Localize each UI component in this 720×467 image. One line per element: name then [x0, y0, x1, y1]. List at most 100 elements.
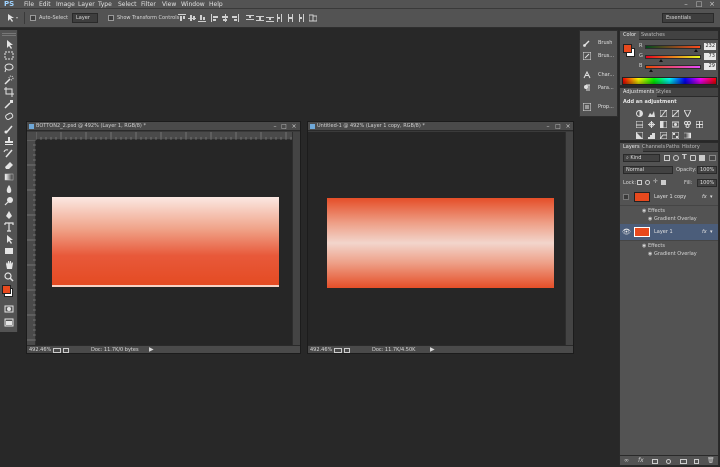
new-adjustment-layer-icon[interactable]: [666, 459, 671, 464]
gradient-tool-icon[interactable]: [2, 172, 16, 182]
screen-mode-icon[interactable]: [2, 318, 16, 328]
menu-select[interactable]: Select: [118, 0, 137, 9]
dock-item-character[interactable]: Char...: [583, 68, 617, 82]
align-bottom-icon[interactable]: [198, 14, 206, 22]
color-lookup-icon[interactable]: [696, 121, 703, 128]
channel-r-thumb[interactable]: [693, 49, 698, 52]
distribute-left-icon[interactable]: [276, 14, 284, 22]
tab-styles[interactable]: Styles: [653, 88, 674, 97]
lock-all-icon[interactable]: [661, 180, 666, 185]
layer-name[interactable]: Layer 1: [654, 224, 673, 241]
vibrance-icon[interactable]: [684, 110, 691, 117]
doc2-close-button[interactable]: ×: [563, 122, 573, 131]
filter-toggle-icon[interactable]: [709, 155, 716, 161]
marquee-tool-icon[interactable]: [2, 51, 16, 61]
selective-color-icon[interactable]: [672, 132, 679, 139]
channel-g-value[interactable]: 73: [704, 53, 716, 60]
filter-shape-icon[interactable]: [690, 155, 696, 161]
eraser-tool-icon[interactable]: [2, 160, 16, 170]
effects-row[interactable]: ◉ Effects: [642, 207, 665, 215]
visibility-toggle-empty[interactable]: [623, 194, 629, 200]
layer-name[interactable]: Layer 1 copy: [654, 189, 686, 206]
share-icon[interactable]: [344, 348, 350, 353]
auto-select-target-dropdown[interactable]: Layer: [72, 13, 98, 23]
distribute-right-icon[interactable]: [296, 14, 304, 22]
expand-effects-icon[interactable]: ▾: [710, 224, 713, 241]
menu-help[interactable]: Help: [209, 0, 223, 9]
menu-view[interactable]: View: [162, 0, 176, 9]
eyedropper-tool-icon[interactable]: [2, 99, 16, 109]
minimize-button[interactable]: –: [680, 0, 692, 9]
distribute-vcenter-icon[interactable]: [256, 14, 264, 22]
history-brush-tool-icon[interactable]: [2, 148, 16, 158]
layer-fx-badge[interactable]: fx: [702, 224, 707, 241]
layer-row-layer-1-copy[interactable]: Layer 1 copy fx ▾: [620, 189, 718, 206]
distribute-hcenter-icon[interactable]: [286, 14, 294, 22]
status-menu-arrow-icon[interactable]: ▶: [149, 346, 154, 354]
lock-transparent-icon[interactable]: [637, 180, 642, 185]
share-icon[interactable]: [53, 348, 61, 353]
dock-item-properties[interactable]: Prop...: [583, 100, 617, 114]
channel-b-thumb[interactable]: [649, 69, 654, 72]
menu-filter[interactable]: Filter: [141, 0, 156, 9]
fill-input[interactable]: 100%: [697, 179, 717, 187]
filter-smart-object-icon[interactable]: [699, 155, 705, 161]
path-selection-tool-icon[interactable]: [2, 234, 16, 244]
document-title-1[interactable]: BOTTON2_2.psd @ 492% (Layer 1, RGB/8) *: [27, 122, 300, 131]
levels-icon[interactable]: [648, 110, 655, 117]
channel-mixer-icon[interactable]: [684, 121, 691, 128]
doc2-minimize-button[interactable]: –: [543, 122, 553, 131]
doc2-maximize-button[interactable]: □: [553, 122, 563, 131]
tab-swatches[interactable]: Swatches: [638, 31, 668, 40]
black-white-icon[interactable]: [660, 121, 667, 128]
distribute-top-icon[interactable]: [246, 14, 254, 22]
align-vcenter-icon[interactable]: [188, 14, 196, 22]
tab-color[interactable]: Color: [620, 31, 640, 40]
document-canvas-1[interactable]: [36, 140, 292, 345]
blur-tool-icon[interactable]: [2, 184, 16, 194]
filter-adjustment-icon[interactable]: [673, 155, 679, 161]
channel-r-value[interactable]: 232: [704, 43, 716, 50]
pen-tool-icon[interactable]: [2, 210, 16, 220]
dock-item-brush[interactable]: Brush: [583, 36, 617, 50]
tab-adjustments[interactable]: Adjustments: [620, 88, 658, 97]
add-layer-style-icon[interactable]: fx: [638, 457, 644, 464]
type-tool-icon[interactable]: [2, 222, 16, 232]
dock-item-paragraph[interactable]: Para...: [583, 81, 617, 95]
menu-type[interactable]: Type: [98, 0, 112, 9]
opacity-input[interactable]: 100%: [697, 166, 717, 174]
document-title-2[interactable]: Untitled-1 @ 492% (Layer 1 copy, RGB/8) …: [308, 122, 573, 131]
new-layer-icon[interactable]: [694, 459, 699, 464]
align-right-icon[interactable]: [231, 14, 239, 22]
add-mask-icon[interactable]: [652, 459, 658, 464]
eye-icon[interactable]: 👁: [622, 224, 631, 241]
dodge-tool-icon[interactable]: [2, 196, 16, 206]
distribute-bottom-icon[interactable]: [266, 14, 274, 22]
align-left-icon[interactable]: [211, 14, 219, 22]
foreground-color-swatch[interactable]: [2, 285, 11, 294]
dock-item-brush-presets[interactable]: Brus...: [583, 49, 617, 63]
layer-row-layer-1[interactable]: 👁 Layer 1 fx ▾: [620, 224, 718, 241]
effect-gradient-overlay-row[interactable]: ◉ Gradient Overlay: [648, 250, 697, 258]
vertical-ruler[interactable]: [27, 140, 36, 345]
zoom-tool-icon[interactable]: [2, 272, 16, 282]
auto-align-icon[interactable]: [309, 14, 317, 22]
gradient-map-icon[interactable]: [684, 132, 691, 139]
hue-saturation-icon[interactable]: [636, 121, 643, 128]
shape-tool-icon[interactable]: [2, 246, 16, 256]
color-balance-icon[interactable]: [648, 121, 655, 128]
quick-mask-icon[interactable]: [2, 304, 16, 314]
layer-filter-kind-dropdown[interactable]: ⌕ Kind: [623, 154, 660, 162]
channel-r-slider[interactable]: [645, 45, 701, 49]
crop-tool-icon[interactable]: [2, 87, 16, 97]
channel-g-thumb[interactable]: [659, 59, 664, 62]
menu-edit[interactable]: Edit: [39, 0, 51, 9]
vertical-scrollbar[interactable]: [292, 132, 300, 345]
photo-filter-icon[interactable]: [672, 121, 679, 128]
move-tool-preset-icon[interactable]: [6, 13, 20, 23]
doc1-close-button[interactable]: ×: [289, 122, 299, 131]
menu-window[interactable]: Window: [181, 0, 205, 9]
vertical-scrollbar[interactable]: [565, 132, 573, 345]
share-icon[interactable]: [334, 348, 342, 353]
status-menu-arrow-icon[interactable]: ▶: [430, 346, 435, 354]
